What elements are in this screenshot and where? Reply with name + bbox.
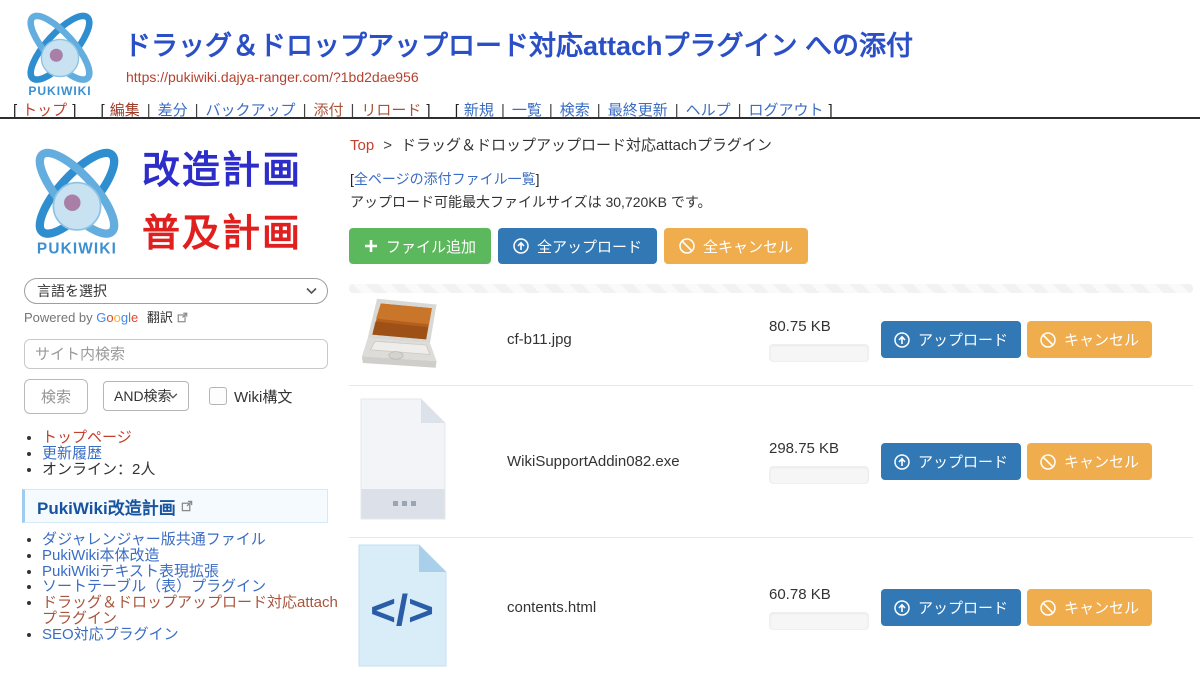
upload-circle-icon (513, 238, 529, 254)
file-actions: アップロード キャンセル (881, 589, 1193, 626)
list-item: ソートテーブル（表）プラグイン (42, 579, 338, 595)
table-row: WikiSupportAddin082.exe 298.75 KB アップロード… (349, 385, 1193, 537)
file-thumbnail-cell (349, 295, 507, 385)
upload-circle-icon (894, 454, 910, 470)
ban-circle-icon (1040, 454, 1056, 470)
laptop-photo-thumbnail (355, 295, 452, 380)
external-link-icon (177, 312, 188, 323)
atom-logo-icon: PUKIWIKI (18, 139, 136, 257)
file-size-cell: 60.78 KB (769, 586, 881, 630)
online-count: オンライン：2人 (42, 461, 155, 478)
svg-text:PUKIWIKI: PUKIWIKI (37, 240, 117, 257)
search-mode-select[interactable]: AND検索 (103, 381, 189, 411)
sidebar-link-common-files[interactable]: ダジャレンジャー版共通ファイル (42, 531, 266, 548)
translate-label: 翻訳 (147, 310, 173, 325)
svg-text:</>: </> (370, 586, 434, 635)
chevron-down-icon (306, 288, 317, 295)
page-title: ドラッグ＆ドロップアップロード対応attachプラグイン への添付 (124, 24, 913, 63)
upload-all-button[interactable]: 全アップロード (498, 228, 657, 264)
file-name: WikiSupportAddin082.exe (507, 453, 769, 470)
table-row: cf-b11.jpg 80.75 KB アップロード キャンセル (349, 294, 1193, 385)
sidebar-banner[interactable]: PUKIWIKI 改造計画 普及計画 (18, 138, 333, 258)
file-progress-bar (769, 344, 869, 362)
upload-circle-icon (894, 600, 910, 616)
atom-logo-icon: PUKIWIKI (10, 5, 110, 98)
nav-divider (0, 117, 1200, 119)
sidebar-link-sorttable[interactable]: ソートテーブル（表）プラグイン (42, 578, 266, 595)
list-item: トップページ (42, 430, 338, 446)
wiki-syntax-checkbox[interactable] (209, 387, 227, 405)
google-translate-attribution[interactable]: Powered by Google 翻訳 (24, 307, 188, 326)
file-actions: アップロード キャンセル (881, 321, 1193, 358)
overall-progress-bar (349, 284, 1193, 293)
list-item: オンライン：2人 (42, 462, 338, 478)
google-logo: Google (96, 310, 142, 325)
upload-circle-icon (894, 332, 910, 348)
generic-file-icon (355, 397, 450, 522)
breadcrumb-current: ドラッグ＆ドロップアップロード対応attachプラグイン (401, 137, 772, 154)
ban-circle-icon (1040, 600, 1056, 616)
file-thumbnail-cell (349, 397, 507, 527)
upload-file-list: cf-b11.jpg 80.75 KB アップロード キャンセル (349, 294, 1193, 677)
language-select[interactable]: 言語を選択 (24, 278, 328, 304)
max-filesize-note: アップロード可能最大ファイルサイズは 30,720KB です。 (350, 192, 711, 212)
pukiwiki-logo[interactable]: PUKIWIKI (10, 5, 110, 98)
banner-kaizo-text: 改造計画 (142, 139, 302, 194)
wiki-syntax-label: Wiki構文 (234, 386, 292, 407)
list-item: PukiWiki本体改造 (42, 548, 338, 564)
site-search-input[interactable] (24, 339, 328, 369)
breadcrumb: Top>ドラッグ＆ドロップアップロード対応attachプラグイン (350, 134, 772, 155)
all-attachments-link[interactable]: 全ページの添付ファイル一覧 (354, 171, 536, 187)
file-size: 298.75 KB (769, 440, 881, 457)
ban-circle-icon (1040, 332, 1056, 348)
file-size-cell: 298.75 KB (769, 440, 881, 484)
external-link-icon (181, 500, 193, 512)
cancel-button[interactable]: キャンセル (1027, 589, 1152, 626)
sidebar-quick-links: トップページ 更新履歴 オンライン：2人 (42, 430, 338, 477)
sidebar-link-dnd-attach[interactable]: ドラッグ＆ドロップアップロード対応attachプラグイン (42, 594, 338, 627)
sidebar-link-core-mod[interactable]: PukiWiki本体改造 (42, 547, 160, 564)
svg-text:PUKIWIKI: PUKIWIKI (28, 84, 91, 98)
sidebar-link-history[interactable]: 更新履歴 (42, 445, 102, 462)
list-item: ダジャレンジャー版共通ファイル (42, 532, 338, 548)
sidebar-menu: ダジャレンジャー版共通ファイル PukiWiki本体改造 PukiWikiテキス… (42, 532, 338, 643)
plus-icon (364, 239, 378, 253)
breadcrumb-top-link[interactable]: Top (350, 137, 374, 154)
list-item: SEO対応プラグイン (42, 627, 338, 643)
ban-circle-icon (679, 238, 695, 254)
html-code-file-icon: </> (355, 543, 450, 668)
list-item: 更新履歴 (42, 446, 338, 462)
table-row: </> contents.html 60.78 KB アップロード キャンセル (349, 537, 1193, 677)
sidebar-link-toppage[interactable]: トップページ (42, 429, 132, 446)
cancel-all-button[interactable]: 全キャンセル (664, 228, 808, 264)
upload-toolbar: ファイル追加 全アップロード 全キャンセル (349, 228, 808, 264)
file-name: cf-b11.jpg (507, 331, 769, 348)
file-progress-bar (769, 612, 869, 630)
sidebar-link-seo[interactable]: SEO対応プラグイン (42, 626, 179, 643)
page-url-link[interactable]: https://pukiwiki.dajya-ranger.com/?1bd2d… (126, 69, 419, 85)
file-thumbnail-cell: </> (349, 543, 507, 673)
cancel-button[interactable]: キャンセル (1027, 321, 1152, 358)
list-item: ドラッグ＆ドロップアップロード対応attachプラグイン (42, 595, 338, 627)
add-files-button[interactable]: ファイル追加 (349, 228, 491, 264)
file-size: 80.75 KB (769, 318, 881, 335)
upload-button[interactable]: アップロード (881, 443, 1021, 480)
upload-button[interactable]: アップロード (881, 321, 1021, 358)
file-size: 60.78 KB (769, 586, 881, 603)
banner-fukyu-text: 普及計画 (142, 202, 302, 257)
search-controls: 検索 AND検索 Wiki構文 (24, 378, 292, 414)
sidebar: PUKIWIKI 改造計画 普及計画 言語を選択 Powered by Goog… (0, 120, 346, 630)
file-actions: アップロード キャンセル (881, 443, 1193, 480)
upload-button[interactable]: アップロード (881, 589, 1021, 626)
file-size-cell: 80.75 KB (769, 318, 881, 362)
cancel-button[interactable]: キャンセル (1027, 443, 1152, 480)
sidebar-section-heading[interactable]: PukiWiki改造計画 (22, 489, 328, 523)
file-progress-bar (769, 466, 869, 484)
search-button[interactable]: 検索 (24, 379, 88, 414)
attach-list-line: [全ページの添付ファイル一覧] (350, 169, 540, 189)
file-name: contents.html (507, 599, 769, 616)
